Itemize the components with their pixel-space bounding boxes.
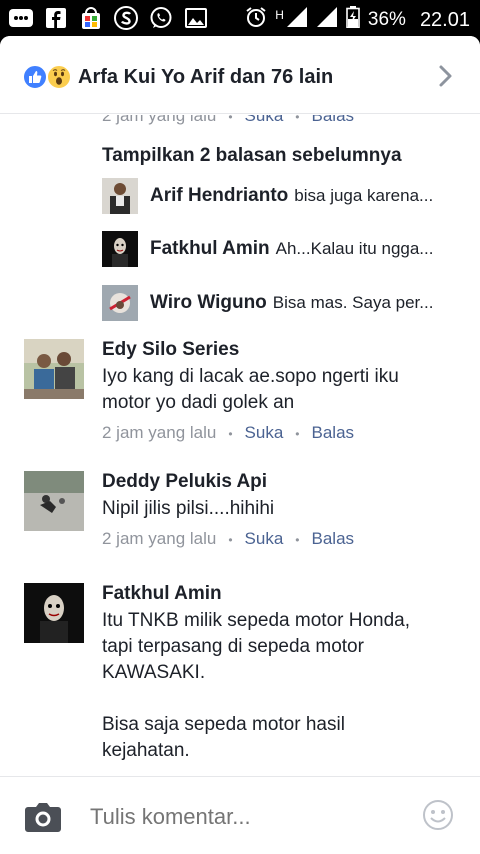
comment-author[interactable]: Edy Silo Series <box>102 339 239 361</box>
reply-item[interactable]: Arif Hendrianto bisa juga karena... <box>102 178 462 214</box>
reply-link[interactable]: Balas <box>312 423 355 442</box>
comment-item: Deddy Pelukis Api Nipil jilis pilsi....h… <box>24 471 464 561</box>
reply-line: Wiro Wiguno Bisa mas. Saya per... <box>150 292 450 314</box>
comment-text: Nipil jilis pilsi....hihihi <box>102 498 275 519</box>
battery-icon <box>346 6 360 34</box>
reply-link[interactable]: Balas <box>312 529 355 548</box>
reply-item[interactable]: Fatkhul Amin Ah...Kalau itu ngga... <box>102 231 462 267</box>
reply-text: Bisa mas. Saya per... <box>272 293 434 312</box>
show-previous-replies-link[interactable]: Tampilkan 2 balasan sebelumnya <box>102 145 402 167</box>
bbm-icon <box>8 6 34 30</box>
comment-item: Fatkhul Amin Itu TNKB milik sepeda motor… <box>24 583 464 775</box>
comment-meta: 2 jam yang lalu • Suka • Balas <box>102 423 355 442</box>
reply-text: Ah...Kalau itu ngga... <box>275 239 434 258</box>
comment-text: Itu TNKB milik sepeda motor Honda, tapi … <box>102 610 411 683</box>
reply-text: bisa juga karena... <box>294 186 434 205</box>
clock: 22.01 <box>419 8 470 31</box>
avatar[interactable] <box>102 231 138 267</box>
store-bag-icon <box>78 6 104 30</box>
alarm-icon <box>245 6 267 34</box>
reply-author[interactable]: Fatkhul Amin <box>150 238 270 259</box>
comment-text: Iyo kang di lacak ae.sopo ngerti iku mot… <box>102 366 399 413</box>
signal-2-icon <box>316 6 338 34</box>
reactors-summary: Arfa Kui Yo Arif dan 76 lain <box>78 66 334 88</box>
camera-icon[interactable] <box>24 801 62 838</box>
avatar[interactable] <box>24 583 84 643</box>
comment-meta: 2 jam yang lalu • Suka • Balas <box>102 529 355 548</box>
status-bar: H 36% 22.01 <box>0 0 480 36</box>
avatar[interactable] <box>102 285 138 321</box>
comment-meta: 2 jam yang lalu • Suka • Balas <box>102 115 354 126</box>
battery-level: 36% <box>367 9 406 30</box>
emoji-icon[interactable] <box>422 799 454 836</box>
like-link[interactable]: Suka <box>245 115 284 125</box>
network-type: H <box>275 8 284 22</box>
chevron-right-icon[interactable] <box>438 64 454 93</box>
avatar[interactable] <box>102 178 138 214</box>
reactions-header[interactable]: Arfa Kui Yo Arif dan 76 lain <box>0 36 480 114</box>
comments-sheet: Arfa Kui Yo Arif dan 76 lain 2 jam yang … <box>0 36 480 854</box>
reply-line: Arif Hendrianto bisa juga karena... <box>150 185 450 207</box>
comment-author[interactable]: Deddy Pelukis Api <box>102 471 267 493</box>
like-link[interactable]: Suka <box>245 423 284 442</box>
comment-input[interactable] <box>90 799 390 835</box>
comment-list[interactable]: 2 jam yang lalu • Suka • Balas Tampilkan 2 b… <box>0 115 480 775</box>
facebook-icon <box>43 6 69 30</box>
comment-text: Bisa saja sepeda motor hasil kejahatan. <box>102 714 345 761</box>
comment-item: Edy Silo Series Iyo kang di lacak ae.sop… <box>24 339 464 449</box>
reply-author[interactable]: Arif Hendrianto <box>150 185 288 206</box>
comment-author[interactable]: Fatkhul Amin <box>102 583 222 605</box>
reply-line: Fatkhul Amin Ah...Kalau itu ngga... <box>150 238 450 260</box>
comment-composer <box>0 776 480 854</box>
comment-time: 2 jam yang lalu <box>102 423 217 442</box>
wow-reaction-icon <box>46 64 72 90</box>
like-link[interactable]: Suka <box>245 529 284 548</box>
notification-icons <box>8 6 209 30</box>
reply-author[interactable]: Wiro Wiguno <box>150 292 267 313</box>
avatar[interactable] <box>24 471 84 531</box>
s-app-icon <box>113 6 139 30</box>
gallery-icon <box>183 6 209 30</box>
whatsapp-icon <box>148 6 174 30</box>
comment-time: 2 jam yang lalu <box>102 529 217 548</box>
signal-icon <box>286 6 308 34</box>
avatar[interactable] <box>24 339 84 399</box>
system-status: H 36% 22.01 <box>245 6 470 34</box>
like-reaction-icon <box>22 64 48 90</box>
reaction-icons <box>22 64 74 90</box>
reply-link[interactable]: Balas <box>312 115 355 125</box>
reply-item[interactable]: Wiro Wiguno Bisa mas. Saya per... <box>102 285 462 321</box>
comment-time: 2 jam yang lalu <box>102 115 217 125</box>
